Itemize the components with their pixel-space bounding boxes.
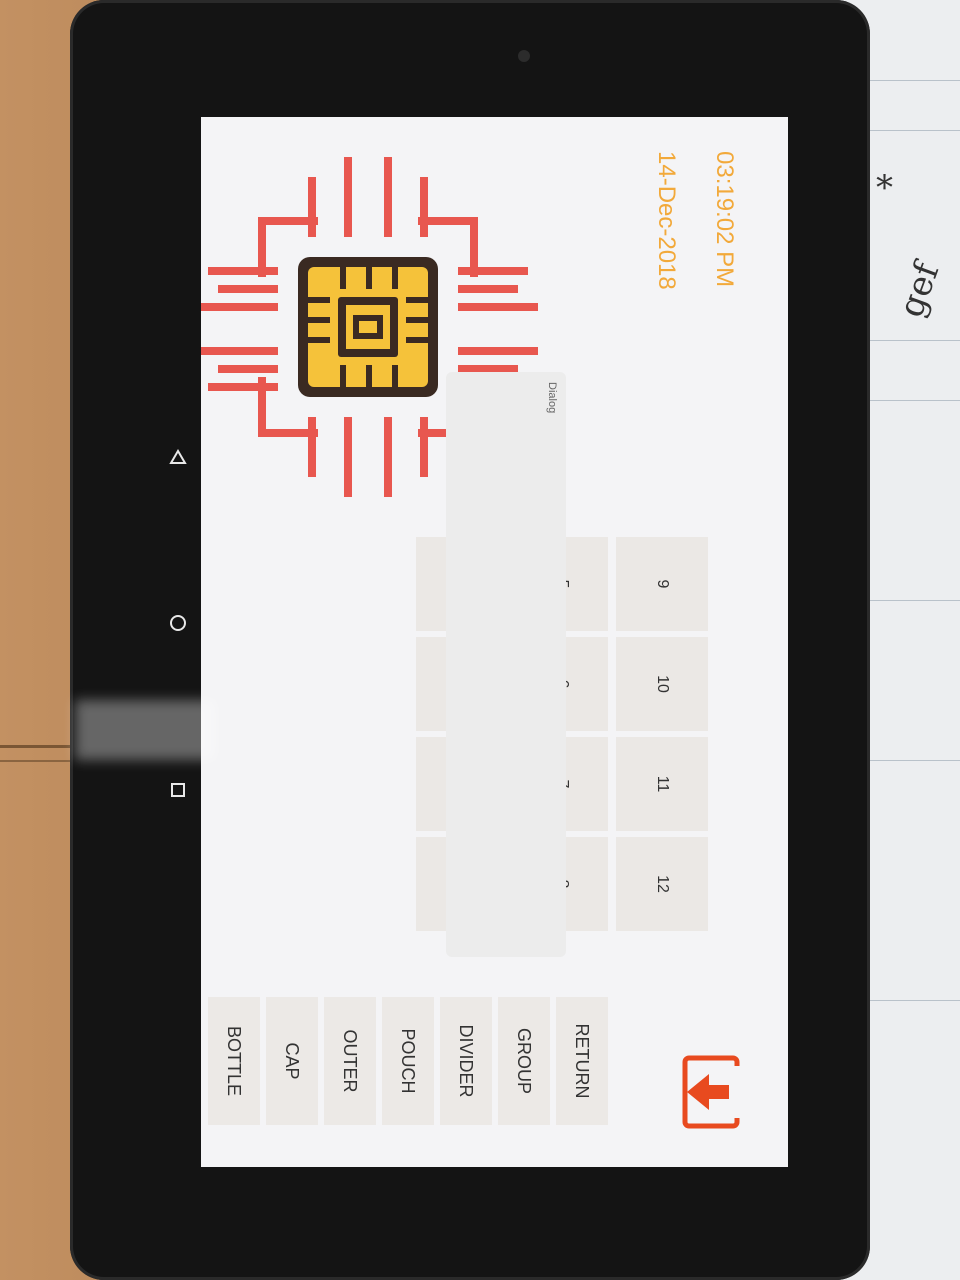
bottle-button[interactable]: BOTTLE bbox=[208, 997, 260, 1125]
key-12[interactable]: 12 bbox=[616, 837, 708, 931]
dialog-title: Dialog bbox=[546, 382, 558, 414]
paper-scribble: * bbox=[876, 168, 893, 208]
outer-button[interactable]: OUTER bbox=[324, 997, 376, 1125]
dialog-box: Dialog bbox=[446, 372, 566, 957]
cap-button[interactable]: CAP bbox=[266, 997, 318, 1125]
download-arrow-icon[interactable] bbox=[668, 1047, 748, 1137]
date-label: 14-Dec-2018 bbox=[653, 151, 680, 290]
tablet-screen: 14-Dec-2018 03:19:02 PM 9 10 11 12 Dialo… bbox=[201, 117, 788, 1167]
return-button[interactable]: RETURN bbox=[556, 997, 608, 1125]
paper-scribble: gef bbox=[891, 257, 948, 323]
back-triangle-icon[interactable] bbox=[167, 448, 189, 470]
key-11[interactable]: 11 bbox=[616, 737, 708, 831]
recents-square-icon[interactable] bbox=[167, 781, 189, 803]
front-camera bbox=[518, 50, 530, 62]
key-9[interactable]: 9 bbox=[616, 537, 708, 631]
time-label: 03:19:02 PM bbox=[711, 151, 738, 288]
pouch-button[interactable]: POUCH bbox=[382, 997, 434, 1125]
group-button[interactable]: GROUP bbox=[498, 997, 550, 1125]
screen-glare bbox=[75, 700, 215, 760]
app-screen: 14-Dec-2018 03:19:02 PM 9 10 11 12 Dialo… bbox=[201, 117, 788, 1167]
home-circle-icon[interactable] bbox=[167, 614, 189, 636]
divider-button[interactable]: DIVIDER bbox=[440, 997, 492, 1125]
key-10[interactable]: 10 bbox=[616, 637, 708, 731]
